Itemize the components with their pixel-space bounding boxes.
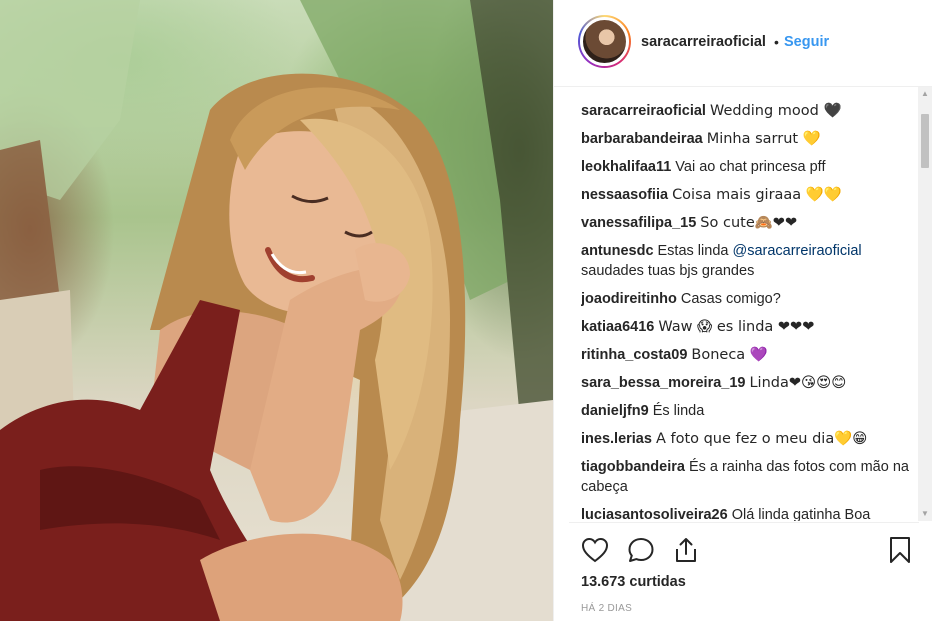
scrollbar-thumb[interactable] bbox=[921, 114, 929, 168]
comment-item: katiaa6416 Waw 😱 es linda ❤❤❤ bbox=[581, 317, 913, 337]
comment-username[interactable]: joaodireitinho bbox=[581, 291, 677, 307]
actions-divider bbox=[569, 522, 919, 523]
comment-item: ritinha_costa09 Boneca 💜 bbox=[581, 345, 913, 365]
comment-text: A foto que fez o meu dia💛😁 bbox=[655, 431, 868, 447]
comment-username[interactable]: katiaa6416 bbox=[581, 319, 654, 335]
comment-username[interactable]: antunesdc bbox=[581, 243, 654, 259]
comment-text: Minha sarrut 💛 bbox=[706, 131, 821, 147]
comment-text: Vai ao chat princesa pff bbox=[675, 159, 826, 175]
comment-text: saudades tuas bjs grandes bbox=[581, 263, 755, 279]
post-panel: saracarreiraoficial • Seguir saracarreir… bbox=[553, 0, 932, 621]
avatar-image bbox=[580, 17, 629, 66]
comment-item: danieljfn9 És linda bbox=[581, 401, 913, 421]
comment-username[interactable]: luciasantosoliveira26 bbox=[581, 507, 728, 521]
comment-item: barbarabandeiraa Minha sarrut 💛 bbox=[581, 129, 913, 149]
heart-icon bbox=[581, 537, 609, 563]
comment-text: So cute🙈❤❤ bbox=[700, 215, 798, 231]
share-button[interactable] bbox=[669, 533, 703, 567]
comment-text: Wedding mood 🖤 bbox=[709, 103, 842, 119]
bookmark-icon bbox=[890, 537, 910, 563]
post-timestamp[interactable]: HÁ 2 DIAS bbox=[581, 603, 632, 614]
comment-username[interactable]: vanessafilipa_15 bbox=[581, 215, 696, 231]
profile-avatar[interactable] bbox=[578, 15, 631, 68]
comment-item: saracarreiraoficial Wedding mood 🖤 bbox=[581, 101, 913, 121]
comment-item: joaodireitinho Casas comigo? bbox=[581, 289, 913, 309]
comment-username[interactable]: tiagobbandeira bbox=[581, 459, 685, 475]
comment-item: sara_bessa_moreira_19 Linda❤😘😍😊 bbox=[581, 373, 913, 393]
comment-item: leokhalifaa11 Vai ao chat princesa pff bbox=[581, 157, 913, 177]
comment-text: Casas comigo? bbox=[680, 291, 781, 307]
comment-text: Linda❤😘😍😊 bbox=[749, 375, 847, 391]
scroll-down-arrow-icon[interactable]: ▼ bbox=[918, 507, 932, 521]
share-icon bbox=[676, 538, 696, 562]
comment-text: Estas linda bbox=[657, 243, 733, 259]
comment-username[interactable]: sara_bessa_moreira_19 bbox=[581, 375, 745, 391]
comment-mention-link[interactable]: @saracarreiraoficial bbox=[732, 243, 861, 259]
comment-username[interactable]: barbarabandeiraa bbox=[581, 131, 703, 147]
comment-username[interactable]: danieljfn9 bbox=[581, 403, 649, 419]
comment-text: Boneca 💜 bbox=[691, 347, 768, 363]
header-username[interactable]: saracarreiraoficial bbox=[641, 34, 766, 50]
comment-item: nessaasofiia Coisa mais giraaa 💛💛 bbox=[581, 185, 913, 205]
comments-scrollbar[interactable]: ▲ ▼ bbox=[918, 87, 932, 521]
post-photo bbox=[0, 0, 553, 621]
comment-bubble-icon bbox=[628, 538, 654, 562]
comment-item: antunesdc Estas linda @saracarreiraoficia… bbox=[581, 241, 913, 281]
comment-list: saracarreiraoficial Wedding mood 🖤 barbar… bbox=[581, 101, 913, 521]
photo-illustration bbox=[0, 0, 553, 621]
like-button[interactable] bbox=[578, 533, 612, 567]
post-header: saracarreiraoficial • Seguir bbox=[554, 0, 932, 87]
comment-username[interactable]: saracarreiraoficial bbox=[581, 103, 706, 119]
comment-text: Coisa mais giraaa 💛💛 bbox=[672, 187, 842, 203]
comment-item: luciasantosoliveira26 Olá linda gatinha B… bbox=[581, 505, 913, 521]
header-separator: • bbox=[774, 34, 779, 50]
comment-item: tiagobbandeira És a rainha das fotos com … bbox=[581, 457, 913, 497]
likes-count[interactable]: 13.673 curtidas bbox=[581, 574, 686, 590]
comment-item: ines.lerias A foto que fez o meu dia💛😁 bbox=[581, 429, 913, 449]
comment-button[interactable] bbox=[624, 533, 658, 567]
comment-username[interactable]: nessaasofiia bbox=[581, 187, 668, 203]
comment-text: Olá linda gatinha Boa bbox=[731, 507, 871, 521]
comment-item: vanessafilipa_15 So cute🙈❤❤ bbox=[581, 213, 913, 233]
comment-text: És linda bbox=[652, 403, 705, 419]
save-button[interactable] bbox=[883, 533, 917, 567]
comment-text: Waw 😱 es linda ❤❤❤ bbox=[658, 319, 815, 335]
follow-button[interactable]: Seguir bbox=[784, 34, 829, 50]
comment-username[interactable]: ines.lerias bbox=[581, 431, 652, 447]
scroll-up-arrow-icon[interactable]: ▲ bbox=[918, 87, 932, 101]
comment-username[interactable]: ritinha_costa09 bbox=[581, 347, 687, 363]
comment-username[interactable]: leokhalifaa11 bbox=[581, 159, 671, 175]
